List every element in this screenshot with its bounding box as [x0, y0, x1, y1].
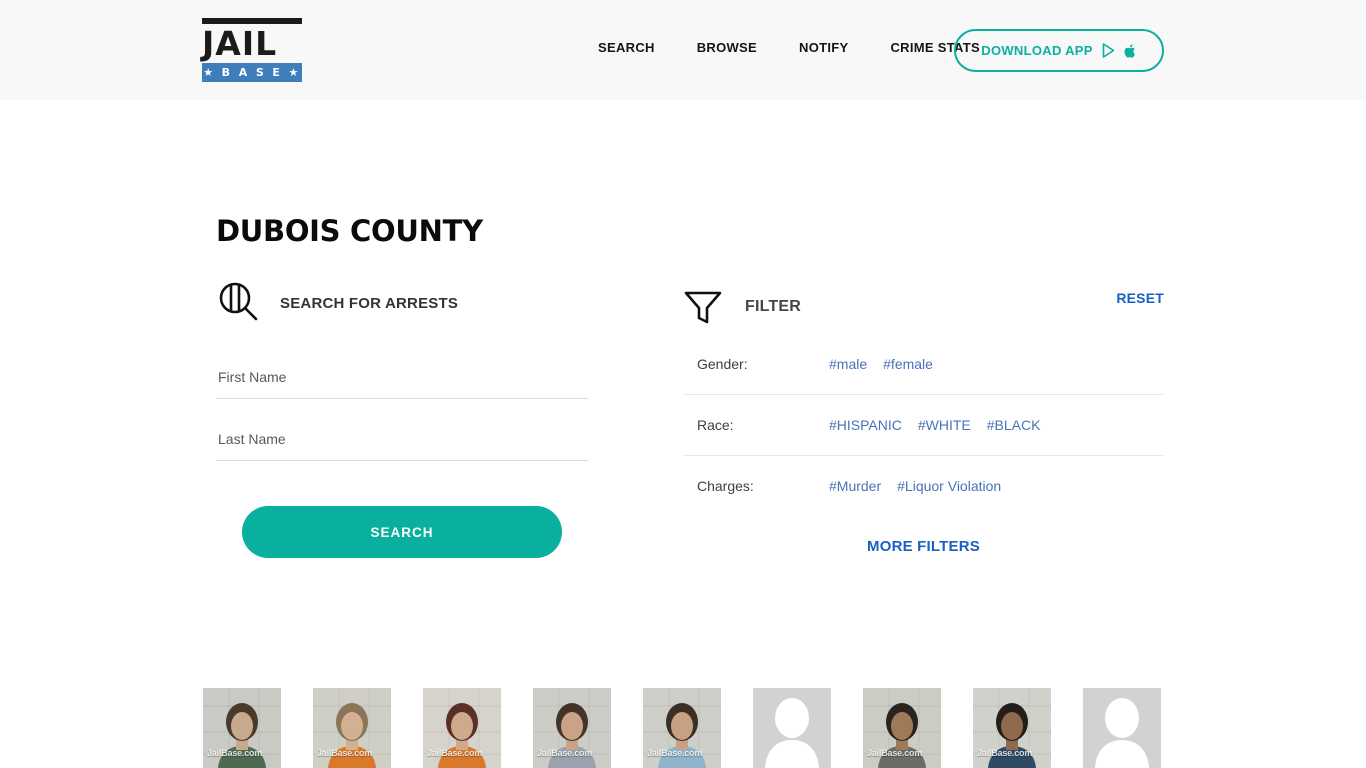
- page-title: DUBOIS COUNTY: [216, 214, 483, 249]
- download-app-label: DOWNLOAD APP: [981, 43, 1093, 58]
- filter-row-gender: Gender: #male #female: [683, 334, 1164, 395]
- filter-tags-charges: #Murder #Liquor Violation: [829, 478, 1017, 494]
- mugshot-thumbnail[interactable]: [753, 688, 831, 768]
- first-name-input[interactable]: [216, 355, 588, 399]
- reset-filters-link[interactable]: RESET: [1116, 290, 1164, 306]
- filter-tag-black[interactable]: #BLACK: [987, 417, 1041, 433]
- nav-item-search[interactable]: SEARCH: [598, 40, 655, 55]
- mugshot-thumbnail-strip: JailBase.com JailBase.com JailBase.com Jail…: [203, 688, 1161, 768]
- apple-icon: [1124, 43, 1137, 59]
- filter-tags-race: #HISPANIC #WHITE #BLACK: [829, 417, 1056, 433]
- logo-wordmark: JAIL: [202, 24, 278, 64]
- filter-tags-gender: #male #female: [829, 356, 949, 372]
- filter-row-charges: Charges: #Murder #Liquor Violation: [683, 456, 1164, 516]
- google-play-icon: [1102, 43, 1115, 58]
- nav-item-browse[interactable]: BROWSE: [697, 40, 757, 55]
- filter-panel: FILTER RESET Gender: #male #female Race:…: [683, 280, 1164, 555]
- mugshot-thumbnail[interactable]: JailBase.com: [313, 688, 391, 768]
- filter-tag-liquor-violation[interactable]: #Liquor Violation: [897, 478, 1001, 494]
- last-name-input[interactable]: [216, 417, 588, 461]
- filter-panel-heading: FILTER: [745, 298, 802, 315]
- mugshot-thumbnail[interactable]: JailBase.com: [423, 688, 501, 768]
- thumbnail-watermark: JailBase.com: [537, 748, 593, 758]
- filter-row-race: Race: #HISPANIC #WHITE #BLACK: [683, 395, 1164, 456]
- thumbnail-watermark: JailBase.com: [317, 748, 373, 758]
- main-navigation: SEARCH BROWSE NOTIFY CRIME STATS: [598, 40, 980, 55]
- more-filters-link[interactable]: MORE FILTERS: [683, 538, 1164, 555]
- search-panel: SEARCH FOR ARRESTS SEARCH: [216, 275, 588, 558]
- thumbnail-watermark: JailBase.com: [427, 748, 483, 758]
- mugshot-thumbnail[interactable]: JailBase.com: [973, 688, 1051, 768]
- search-panel-heading: SEARCH FOR ARRESTS: [280, 294, 459, 312]
- funnel-icon: [683, 287, 723, 327]
- filter-tag-male[interactable]: #male: [829, 356, 867, 372]
- search-panel-header: SEARCH FOR ARRESTS: [216, 275, 588, 331]
- jailbase-logo[interactable]: JAIL ★ B A S E ★: [202, 18, 302, 82]
- thumbnail-watermark: JailBase.com: [647, 748, 703, 758]
- filter-label-race: Race:: [697, 417, 734, 433]
- filter-tag-female[interactable]: #female: [883, 356, 933, 372]
- jail-magnifier-icon: [216, 280, 262, 326]
- search-submit-button[interactable]: SEARCH: [242, 506, 562, 558]
- thumbnail-watermark: JailBase.com: [207, 748, 263, 758]
- mugshot-thumbnail[interactable]: JailBase.com: [643, 688, 721, 768]
- filter-tag-white[interactable]: #WHITE: [918, 417, 971, 433]
- filter-label-gender: Gender:: [697, 356, 748, 372]
- thumbnail-watermark: JailBase.com: [977, 748, 1033, 758]
- mugshot-thumbnail[interactable]: JailBase.com: [863, 688, 941, 768]
- logo-base-badge: ★ B A S E ★: [202, 63, 302, 82]
- thumbnail-watermark: JailBase.com: [867, 748, 923, 758]
- mugshot-thumbnail[interactable]: JailBase.com: [203, 688, 281, 768]
- filter-tag-hispanic[interactable]: #HISPANIC: [829, 417, 902, 433]
- site-header: JAIL ★ B A S E ★ SEARCH BROWSE NOTIFY CR…: [0, 0, 1366, 100]
- download-app-button[interactable]: DOWNLOAD APP: [954, 29, 1164, 72]
- filter-label-charges: Charges:: [697, 478, 754, 494]
- filter-panel-header: FILTER RESET: [683, 280, 1164, 334]
- filter-tag-murder[interactable]: #Murder: [829, 478, 881, 494]
- mugshot-thumbnail[interactable]: JailBase.com: [533, 688, 611, 768]
- mugshot-thumbnail[interactable]: [1083, 688, 1161, 768]
- nav-item-notify[interactable]: NOTIFY: [799, 40, 848, 55]
